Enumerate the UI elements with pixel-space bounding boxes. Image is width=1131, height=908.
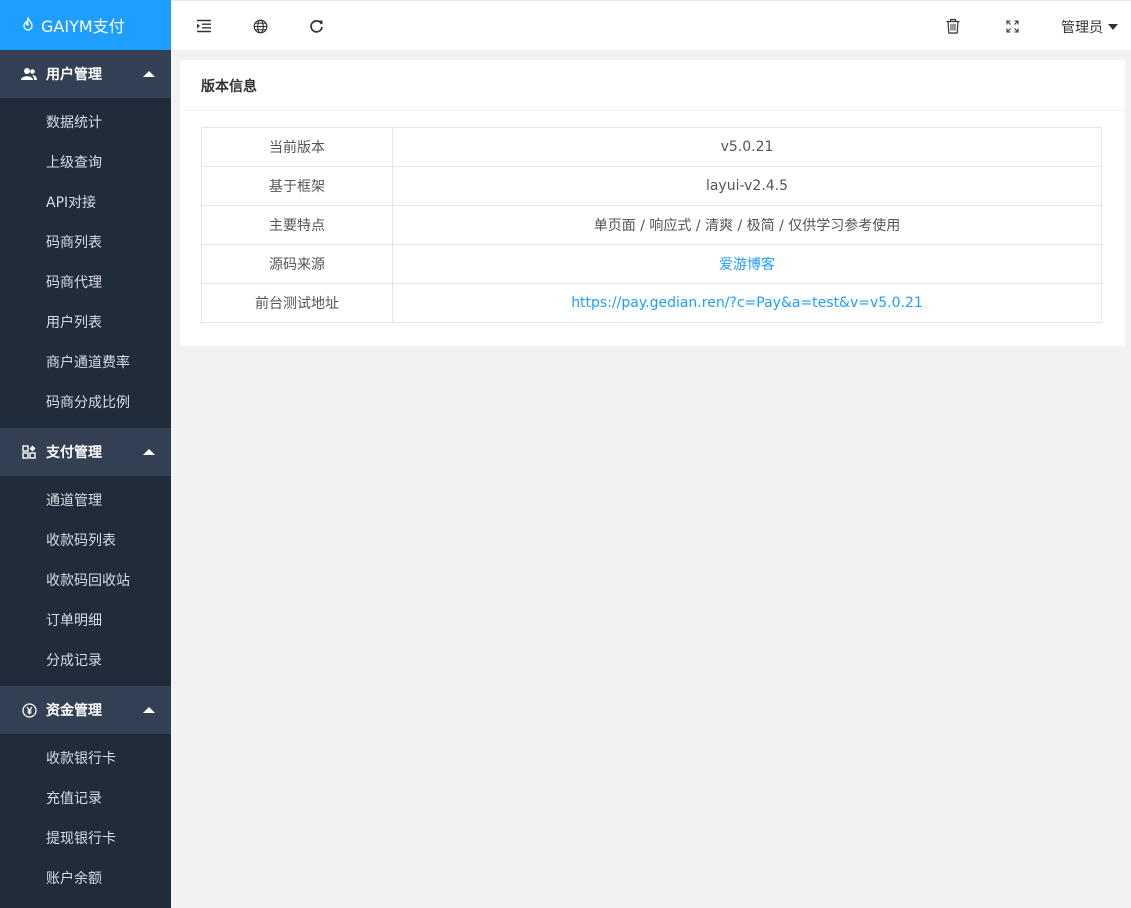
row-value: 单页面 / 响应式 / 清爽 / 极简 / 仅供学习参考使用: [392, 205, 1102, 245]
source-link[interactable]: 爱游博客: [719, 257, 775, 273]
row-key: 基于框架: [201, 166, 393, 206]
sidebar-item-merchant-list[interactable]: 码商列表: [0, 223, 171, 263]
version-info-table: 当前版本 v5.0.21 基于框架 layui-v2.4.5 主要特点 单页面 …: [201, 127, 1102, 323]
sidebar-item-order-detail[interactable]: 订单明细: [0, 601, 171, 641]
sidebar-item-bank-card[interactable]: 收款银行卡: [0, 739, 171, 779]
table-row: 当前版本 v5.0.21: [201, 127, 1102, 167]
caret-up-icon: [143, 71, 155, 77]
sidebar-item-merchant-agent[interactable]: 码商代理: [0, 263, 171, 303]
caret-up-icon: [143, 707, 155, 713]
sidebar-group-funds-management[interactable]: 资金管理: [0, 686, 171, 734]
sidebar-item-superior-query[interactable]: 上级查询: [0, 143, 171, 183]
user-menu-label: 管理员: [1061, 20, 1103, 36]
caret-down-icon: [1108, 24, 1118, 30]
sidebar-item-qrcode-list[interactable]: 收款码列表: [0, 521, 171, 561]
app-logo[interactable]: GAIYM支付: [0, 0, 171, 50]
sidebar-group-label: 资金管理: [46, 703, 102, 719]
sidebar-item-data-stats[interactable]: 数据统计: [0, 103, 171, 143]
top-header: 管理员: [171, 0, 1131, 50]
yen-circle-icon: [21, 702, 37, 718]
row-key: 前台测试地址: [201, 283, 393, 323]
sidebar-group-label: 支付管理: [46, 445, 102, 461]
sidebar-item-account-balance[interactable]: 账户余额: [0, 859, 171, 899]
sidebar-group-user-management[interactable]: 用户管理: [0, 50, 171, 98]
test-url-link[interactable]: https://pay.gedian.ren/?c=Pay&a=test&v=v…: [571, 295, 923, 311]
card-title: 版本信息: [180, 60, 1125, 111]
sidebar-item-channel-rate[interactable]: 商户通道费率: [0, 343, 171, 383]
refresh-icon[interactable]: [308, 18, 324, 34]
fire-icon: [20, 17, 36, 33]
users-icon: [21, 66, 37, 82]
sidebar: GAIYM支付 用户管理 数据统计 上级查询 API对接 码商列表 码商代理 用…: [0, 0, 171, 908]
fullscreen-icon[interactable]: [1004, 18, 1020, 34]
row-value: layui-v2.4.5: [392, 166, 1102, 206]
apps-icon: [21, 444, 37, 460]
row-value: https://pay.gedian.ren/?c=Pay&a=test&v=v…: [392, 283, 1102, 323]
row-value: v5.0.21: [392, 127, 1102, 167]
table-row: 前台测试地址 https://pay.gedian.ren/?c=Pay&a=t…: [201, 283, 1102, 323]
caret-up-icon: [143, 449, 155, 455]
sidebar-item-share-ratio[interactable]: 码商分成比例: [0, 383, 171, 423]
table-row: 源码来源 爱游博客: [201, 244, 1102, 284]
sidebar-item-qrcode-recycle[interactable]: 收款码回收站: [0, 561, 171, 601]
globe-icon[interactable]: [252, 18, 268, 34]
table-row: 主要特点 单页面 / 响应式 / 清爽 / 极简 / 仅供学习参考使用: [201, 205, 1102, 245]
user-menu[interactable]: 管理员: [1061, 17, 1118, 37]
sidebar-item-user-list[interactable]: 用户列表: [0, 303, 171, 343]
trash-icon[interactable]: [945, 18, 961, 34]
version-info-card: 版本信息 当前版本 v5.0.21 基于框架 layui-v2.4.5 主要特点…: [180, 60, 1125, 346]
table-row: 基于框架 layui-v2.4.5: [201, 166, 1102, 206]
sidebar-group-label: 用户管理: [46, 67, 102, 83]
row-key: 当前版本: [201, 127, 393, 167]
row-key: 主要特点: [201, 205, 393, 245]
sidebar-item-withdraw-card[interactable]: 提现银行卡: [0, 819, 171, 859]
sidebar-item-api[interactable]: API对接: [0, 183, 171, 223]
app-title: GAIYM支付: [41, 17, 125, 36]
row-key: 源码来源: [201, 244, 393, 284]
sidebar-item-channel-management[interactable]: 通道管理: [0, 481, 171, 521]
sidebar-item-share-records[interactable]: 分成记录: [0, 641, 171, 681]
row-value: 爱游博客: [392, 244, 1102, 284]
sidebar-group-payment-management[interactable]: 支付管理: [0, 428, 171, 476]
sidebar-item-recharge-records[interactable]: 充值记录: [0, 779, 171, 819]
indent-icon[interactable]: [196, 18, 212, 34]
